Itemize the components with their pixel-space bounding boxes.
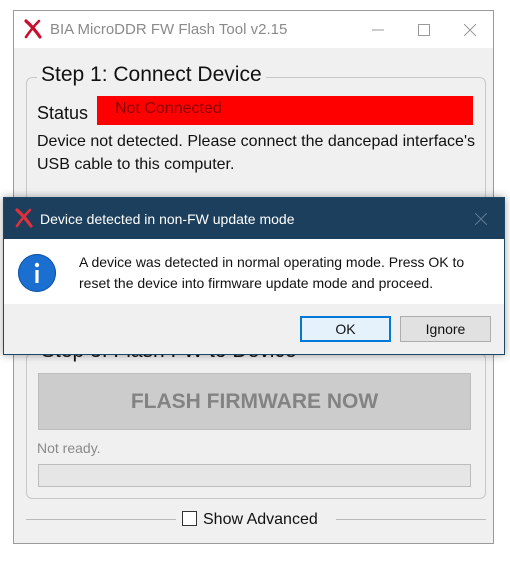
dialog-close-button[interactable] — [458, 198, 504, 239]
status-label: Status — [37, 103, 89, 123]
close-icon — [464, 24, 476, 36]
dialog-message: A device was detected in normal operatin… — [79, 254, 465, 291]
ok-button[interactable]: OK — [300, 316, 391, 342]
close-button[interactable] — [447, 11, 493, 48]
step1-legend: Step 1: Connect Device — [37, 63, 266, 87]
maximize-button[interactable] — [401, 11, 447, 48]
ignore-button[interactable]: Ignore — [400, 316, 491, 342]
maximize-icon — [418, 24, 430, 36]
show-advanced-checkbox[interactable] — [182, 511, 197, 526]
connection-status-text: Not Connected — [115, 100, 222, 117]
dialog-titlebar[interactable]: Device detected in non-FW update mode — [4, 198, 504, 239]
minimize-button[interactable] — [355, 11, 401, 48]
app-logo-icon — [24, 19, 42, 39]
show-advanced-label[interactable]: Show Advanced — [203, 511, 318, 529]
window-title: BIA MicroDDR FW Flash Tool v2.15 — [50, 21, 288, 38]
app-logo-icon — [15, 208, 33, 228]
flash-status-text: Not ready. — [37, 440, 101, 456]
mode-dialog: Device detected in non-FW update mode A … — [3, 197, 505, 355]
flash-firmware-button[interactable]: FLASH FIRMWARE NOW — [38, 373, 471, 430]
connection-status-badge: Not Connected — [97, 96, 473, 125]
close-icon — [475, 213, 487, 225]
device-message: Device not detected. Please connect the … — [37, 133, 476, 173]
titlebar[interactable]: BIA MicroDDR FW Flash Tool v2.15 — [14, 11, 493, 48]
flash-progress-bar — [38, 464, 471, 487]
advanced-divider-left — [26, 519, 176, 520]
dialog-title: Device detected in non-FW update mode — [40, 211, 295, 227]
minimize-icon — [372, 29, 384, 31]
info-icon — [18, 254, 56, 292]
dialog-body: A device was detected in normal operatin… — [4, 239, 504, 304]
advanced-divider-right — [336, 519, 486, 520]
